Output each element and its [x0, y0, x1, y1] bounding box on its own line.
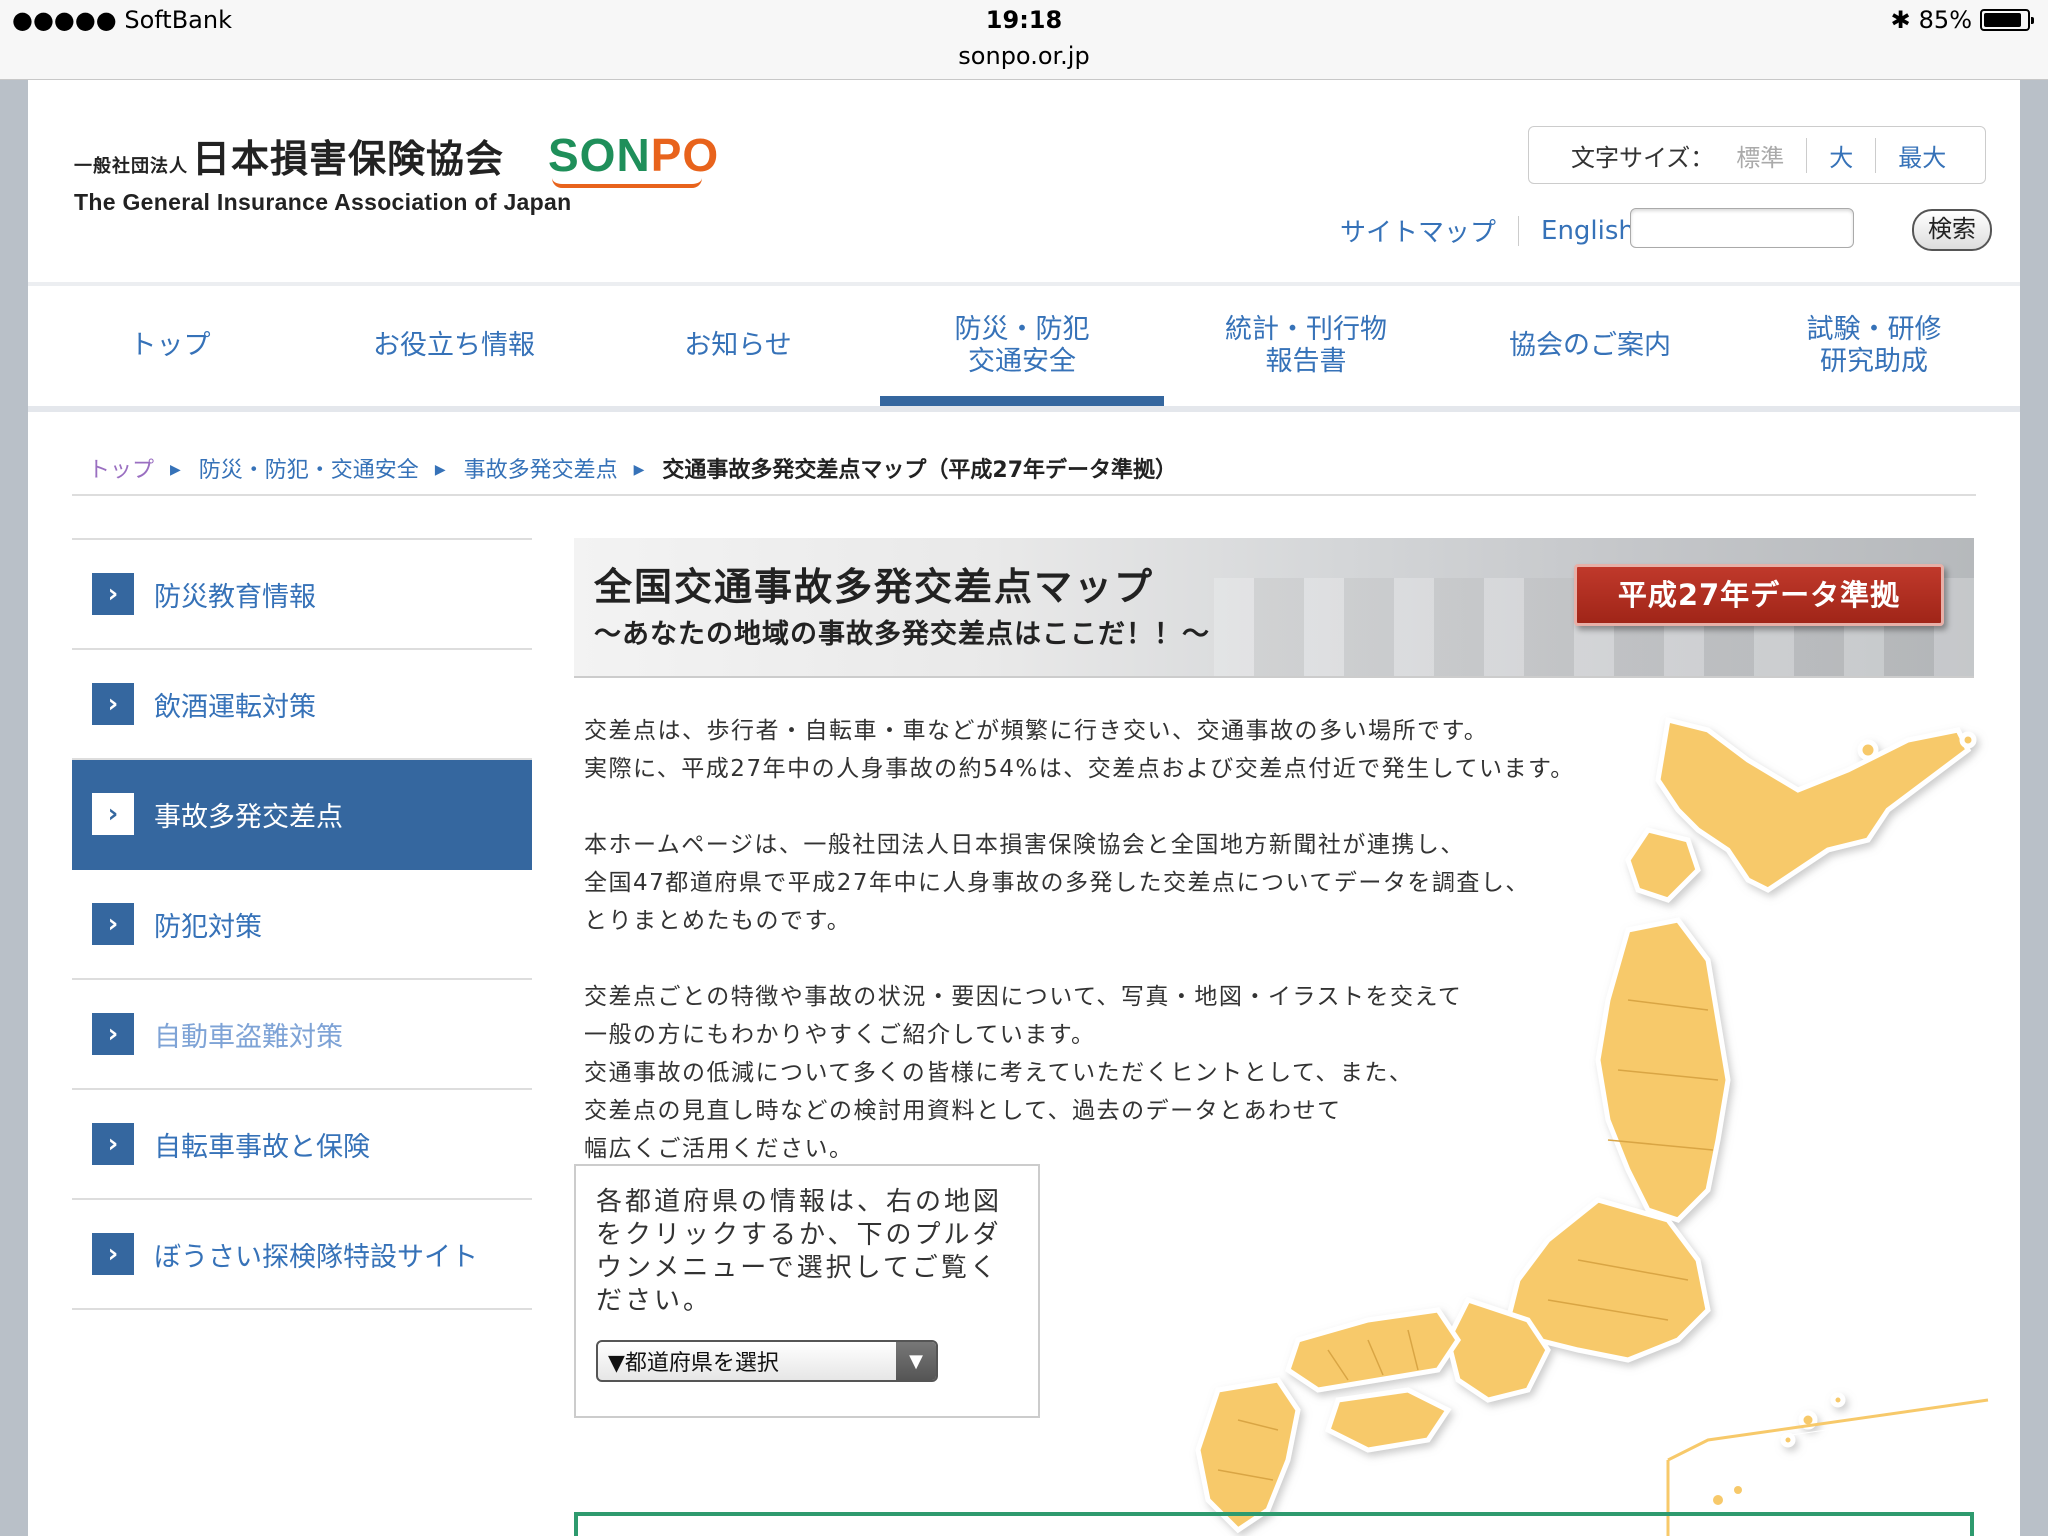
- japan-map[interactable]: [1108, 700, 2008, 1536]
- search-button[interactable]: 検索: [1912, 209, 1992, 251]
- map-region-kyushu: [1195, 1377, 1301, 1534]
- side-nav-label: ぼうさい探検隊特設サイト: [154, 1241, 478, 1273]
- global-nav-item-0[interactable]: トップ: [28, 286, 312, 406]
- battery-indicator: ✱ 85%: [1890, 6, 2034, 34]
- site-logo[interactable]: 一般社団法人 日本損害保険協会 The General Insurance Ass…: [74, 128, 718, 216]
- chevron-right-icon: ›: [92, 1233, 134, 1275]
- side-nav-label: 防犯対策: [154, 911, 262, 943]
- map-region-shikoku: [1324, 1387, 1452, 1453]
- font-size-largest[interactable]: 最大: [1875, 137, 1968, 173]
- side-nav-item-1[interactable]: › 飲酒運転対策: [72, 650, 532, 760]
- side-nav-label: 事故多発交差点: [154, 801, 343, 833]
- global-nav: トップ お役立ち情報 お知らせ 防災・防犯 交通安全 統計・刊行物 報告書 協会のご案内試…: [28, 286, 2020, 406]
- content-frame-top: [574, 1512, 1974, 1536]
- global-nav-item-6[interactable]: 試験・研修 研究助成: [1732, 286, 2016, 406]
- global-nav-item-2[interactable]: お知らせ: [596, 286, 880, 406]
- side-nav-label: 自転車事故と保険: [154, 1131, 370, 1163]
- side-nav-item-0[interactable]: › 防災教育情報: [72, 540, 532, 650]
- map-region-hokkaido-south: [1625, 827, 1701, 903]
- status-bar: ●●●●● SoftBank 19:18 sonpo.or.jp ✱ 85%: [0, 0, 2048, 80]
- side-nav-item-6[interactable]: › ぼうさい探検隊特設サイト: [72, 1200, 532, 1310]
- chevron-right-icon: ›: [92, 683, 134, 725]
- side-nav-item-2[interactable]: › 事故多発交差点: [72, 760, 532, 870]
- breadcrumb: トップ ▶ 防災・防犯・交通安全 ▶ 事故多発交差点 ▶ 交通事故多発交差点マッ…: [88, 452, 1177, 484]
- side-nav-label: 自動車盗難対策: [154, 1021, 343, 1053]
- clock: 19:18: [985, 6, 1063, 34]
- global-nav-border: [28, 406, 2020, 412]
- prefecture-select-box: 各都道府県の情報は、右の地図をクリックするか、下のプルダウンメニューで選択してご…: [574, 1164, 1040, 1418]
- chevron-right-icon: ›: [92, 1013, 134, 1055]
- breadcrumb-separator-icon: ▶: [633, 462, 645, 478]
- web-page: 一般社団法人 日本損害保険協会 The General Insurance Ass…: [28, 80, 2020, 1536]
- sitemap-link[interactable]: サイトマップ: [1318, 212, 1518, 249]
- font-size-switcher: 文字サイズ： 標準 大 最大: [1528, 126, 1986, 184]
- prefecture-dropdown[interactable]: ▼都道府県を選択 ▼: [596, 1340, 938, 1382]
- breadcrumb-intersections[interactable]: 事故多発交差点: [464, 452, 618, 484]
- side-nav-item-4[interactable]: › 自動車盗難対策: [72, 980, 532, 1090]
- side-nav-label: 防災教育情報: [154, 581, 316, 613]
- battery-percent: 85%: [1918, 6, 1972, 34]
- prefecture-select-instructions: 各都道府県の情報は、右の地図をクリックするか、下のプルダウンメニューで選択してご…: [596, 1187, 1003, 1316]
- prefecture-dropdown-value: ▼都道府県を選択: [608, 1351, 779, 1376]
- page-banner: 全国交通事故多発交差点マップ ～あなたの地域の事故多発交差点はここだ！！～ 平成…: [574, 538, 1974, 676]
- org-name: 一般社団法人 日本損害保険協会: [74, 137, 505, 181]
- side-nav-label: 飲酒運転対策: [154, 691, 316, 723]
- map-region-hokkaido: [1655, 716, 1972, 893]
- chevron-right-icon: ›: [92, 1123, 134, 1165]
- sonpo-brand-logo: SONPO: [548, 129, 720, 181]
- utility-links: サイトマップ English: [1318, 212, 1657, 249]
- global-nav-item-1[interactable]: お役立ち情報: [312, 286, 596, 406]
- global-nav-item-3[interactable]: 防災・防犯 交通安全: [880, 286, 1164, 406]
- breadcrumb-safety[interactable]: 防災・防犯・交通安全: [199, 452, 419, 484]
- side-nav-item-3[interactable]: › 防犯対策: [72, 870, 532, 980]
- breadcrumb-top[interactable]: トップ: [88, 452, 154, 484]
- map-region-tohoku: [1595, 917, 1731, 1223]
- chevron-right-icon: ›: [92, 903, 134, 945]
- font-size-standard[interactable]: 標準: [1736, 138, 1806, 173]
- font-size-large[interactable]: 大: [1806, 137, 1875, 173]
- breadcrumb-divider: [72, 494, 1976, 496]
- side-nav-item-5[interactable]: › 自転車事故と保険: [72, 1090, 532, 1200]
- chevron-down-icon: ▼: [896, 1342, 936, 1380]
- bluetooth-icon: ✱: [1890, 6, 1911, 34]
- page-title: 全国交通事故多発交差点マップ: [594, 565, 1155, 609]
- global-nav-item-5[interactable]: 協会のご案内: [1448, 286, 1732, 406]
- side-nav: › 防災教育情報 › 飲酒運転対策 › 事故多発交差点 › 防犯対策 › 自動車盗難対策 › 自転車事…: [72, 538, 532, 1310]
- breadcrumb-separator-icon: ▶: [434, 462, 446, 478]
- org-english-name: The General Insurance Association of Jap…: [74, 189, 572, 215]
- banner-divider: [574, 676, 1974, 678]
- data-year-badge: 平成27年データ準拠: [1574, 564, 1944, 626]
- battery-icon: [1980, 9, 2034, 31]
- page-subtitle: ～あなたの地域の事故多発交差点はここだ！！～: [594, 619, 1210, 650]
- chevron-right-icon: ›: [92, 793, 134, 835]
- breadcrumb-current: 交通事故多発交差点マップ（平成27年データ準拠）: [662, 458, 1178, 483]
- address-bar-url[interactable]: sonpo.or.jp: [0, 42, 2048, 70]
- breadcrumb-separator-icon: ▶: [170, 462, 181, 478]
- search-input[interactable]: [1630, 208, 1854, 248]
- chevron-right-icon: ›: [92, 573, 134, 615]
- brand-swoosh: [552, 178, 702, 188]
- font-size-label: 文字サイズ：: [1571, 143, 1715, 172]
- global-nav-item-4[interactable]: 統計・刊行物 報告書: [1164, 286, 1448, 406]
